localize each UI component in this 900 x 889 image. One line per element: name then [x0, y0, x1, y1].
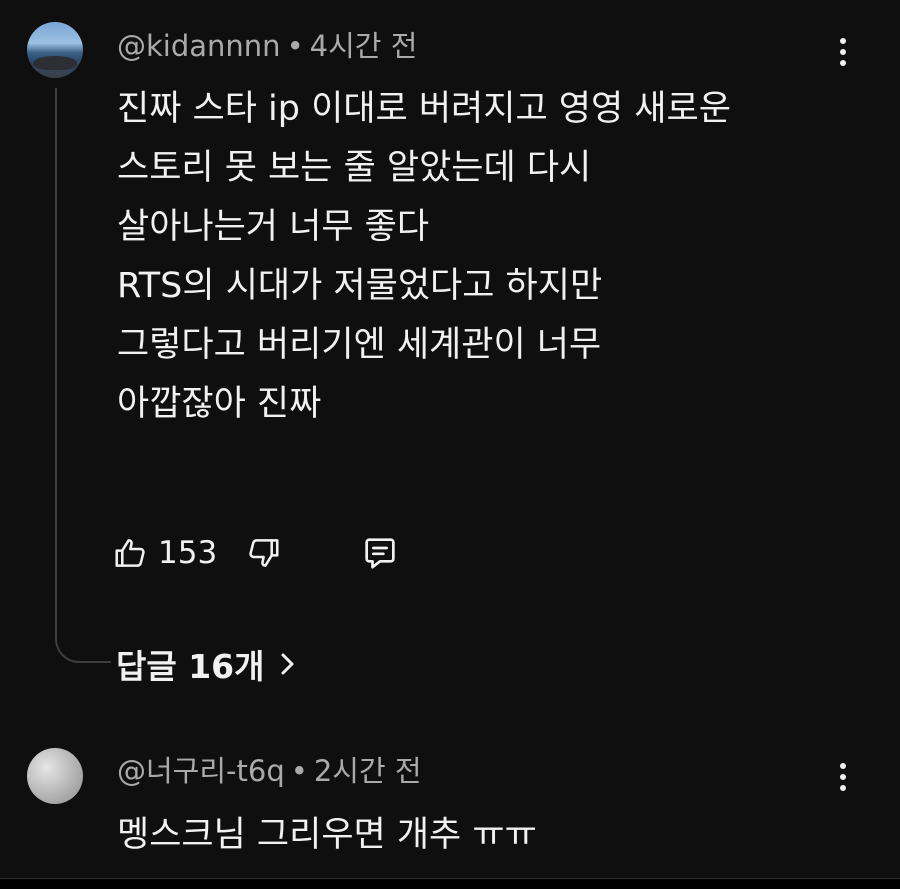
author-name[interactable]: @너구리-t6q	[117, 754, 285, 788]
comment-line: 아깝잖아 진짜	[117, 384, 322, 424]
author-name[interactable]: @kidannnn	[117, 29, 281, 63]
comment-line: 진짜 스타 ip 이대로 버려지고 영영 새로운	[117, 89, 731, 129]
comment-line: 스토리 못 보는 줄 알았는데 다시	[117, 148, 592, 188]
comment-line: RTS의 시대가 저물었다고 하지만	[117, 266, 603, 306]
timestamp: 4시간 전	[309, 29, 418, 63]
reply-button[interactable]	[360, 530, 400, 576]
comment-actions: 153	[112, 530, 432, 576]
avatar[interactable]	[27, 748, 83, 804]
meta-separator: •	[290, 754, 308, 788]
more-vertical-icon[interactable]	[826, 30, 860, 74]
bottom-edge	[0, 878, 900, 889]
comment-reply-icon	[365, 538, 395, 569]
comment-meta: @너구리-t6q • 2시간 전	[117, 753, 422, 789]
like-button[interactable]: 153	[112, 530, 217, 576]
meta-separator: •	[286, 29, 304, 63]
dislike-button[interactable]	[244, 530, 282, 576]
comment-text: 멩스크님 그리우면 개추 ㅠㅠ	[117, 806, 537, 865]
comment-line: 멩스크님 그리우면 개추 ㅠㅠ	[117, 815, 537, 855]
thumbs-down-icon	[249, 539, 279, 567]
like-count: 153	[158, 535, 218, 571]
comment-line: 그렇다고 버리기엔 세계관이 너무	[117, 325, 602, 365]
comment-text: 진짜 스타 ip 이대로 버려지고 영영 새로운 스토리 못 보는 줄 알았는데…	[117, 80, 731, 434]
thumbs-up-icon	[115, 539, 145, 567]
more-vertical-icon[interactable]	[826, 755, 860, 799]
view-replies-button[interactable]: 답글 16개	[116, 640, 297, 688]
replies-label: 답글 16개	[116, 647, 265, 686]
avatar[interactable]	[27, 22, 83, 78]
thread-connector	[55, 88, 111, 663]
timestamp: 2시간 전	[313, 754, 422, 788]
comment-line: 살아나는거 너무 좋다	[117, 207, 430, 247]
comment-meta: @kidannnn • 4시간 전	[117, 28, 417, 64]
chevron-right-icon	[279, 651, 297, 677]
